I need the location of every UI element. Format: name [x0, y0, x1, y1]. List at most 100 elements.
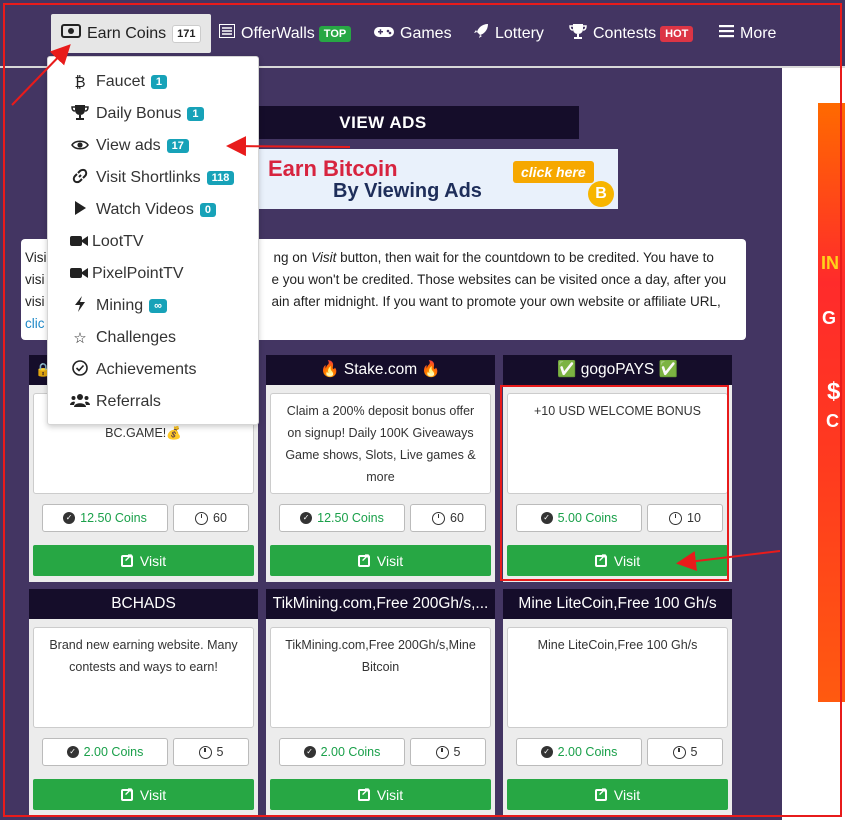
ad-card-bchads: BCHADS Brand new earning website. Many c… — [29, 589, 258, 816]
clock-icon — [198, 745, 212, 759]
check-circle-icon: ✓ — [63, 512, 76, 524]
check-circle-icon: ✓ — [66, 746, 79, 758]
bolt-icon — [70, 296, 90, 316]
external-link-icon — [120, 551, 133, 567]
money-bill-icon — [61, 24, 81, 43]
eye-icon — [70, 138, 90, 155]
external-link-icon — [594, 551, 607, 567]
top-badge: TOP — [318, 25, 352, 42]
bitcoin-coin-icon: B — [588, 181, 614, 207]
dropdown-item-pixelpointtv[interactable]: PixelPointTV — [70, 262, 184, 286]
timer-pill: 5 — [647, 738, 723, 766]
dropdown-item-referrals[interactable]: Referrals — [70, 390, 161, 414]
banner-subheadline: By Viewing Ads — [333, 180, 482, 202]
nav-games[interactable]: Games — [364, 14, 462, 53]
video-camera-icon — [70, 234, 88, 251]
visit-button[interactable]: Visit — [33, 779, 254, 810]
earn-coins-dropdown: ₿ Faucet 1 Daily Bonus 1 View ads 17 Visit … — [47, 56, 259, 425]
ad-card-gogopays: ✅ gogoPAYS ✅ +10 USD WELCOME BONUS ✓ 5.00… — [503, 355, 732, 582]
visit-button[interactable]: Visit — [270, 779, 491, 810]
hot-badge: HOT — [660, 25, 694, 42]
visit-button[interactable]: Visit — [507, 545, 728, 576]
play-icon — [70, 200, 90, 220]
ad-card-title: TikMining.com,Free 200Gh/s,... — [266, 589, 495, 619]
nav-offerwalls-label: OfferWalls — [241, 24, 315, 42]
dropdown-item-view-ads[interactable]: View ads 17 — [70, 134, 189, 158]
timer-pill: 5 — [173, 738, 249, 766]
dropdown-item-faucet[interactable]: ₿ Faucet 1 — [70, 70, 168, 94]
clock-icon — [435, 745, 449, 759]
ad-card-stake: 🔥 Stake.com 🔥 Claim a 200% deposit bonus… — [266, 355, 495, 582]
external-link-icon — [357, 785, 370, 801]
nav-earn-coins-label: Earn Coins — [87, 24, 167, 42]
visit-button[interactable]: Visit — [507, 779, 728, 810]
check-circle-icon — [70, 360, 90, 380]
list-icon — [218, 23, 236, 43]
dropdown-item-achievements[interactable]: Achievements — [70, 358, 197, 382]
clock-icon — [195, 511, 209, 525]
hamburger-menu-icon — [719, 24, 734, 43]
external-link-icon — [594, 785, 607, 801]
gamepad-icon — [374, 25, 394, 43]
check-circle-icon: ✓ — [300, 512, 313, 524]
clock-icon — [669, 511, 683, 525]
trophy-icon — [70, 104, 90, 124]
dropdown-item-watch-videos[interactable]: Watch Videos 0 — [70, 198, 216, 222]
dropdown-item-loottv[interactable]: LootTV — [70, 230, 144, 254]
reward-coins-pill: ✓ 2.00 Coins — [42, 738, 168, 766]
earn-bitcoin-banner[interactable]: Earn Bitcoin By Viewing Ads click here B — [258, 149, 618, 209]
check-circle-icon: ✓ — [303, 746, 316, 758]
ad-card-title: Mine LiteCoin,Free 100 Gh/s — [503, 589, 732, 619]
link-icon — [70, 168, 90, 188]
timer-pill: 60 — [173, 504, 249, 532]
reward-coins-pill: ✓ 2.00 Coins — [279, 738, 405, 766]
dropdown-item-visit-shortlinks[interactable]: Visit Shortlinks 118 — [70, 166, 235, 190]
earn-coins-count-badge: 171 — [172, 24, 201, 43]
dropdown-item-daily-bonus[interactable]: Daily Bonus 1 — [70, 102, 204, 126]
dropdown-item-mining[interactable]: Mining ∞ — [70, 294, 167, 318]
ad-card-description: Claim a 200% deposit bonus offer on sign… — [270, 393, 491, 494]
external-link-icon — [357, 551, 370, 567]
rocket-icon — [473, 23, 489, 44]
reward-coins-pill: ✓ 5.00 Coins — [516, 504, 642, 532]
users-icon — [70, 393, 90, 411]
nav-lottery-label: Lottery — [495, 24, 544, 42]
nav-games-label: Games — [400, 24, 452, 42]
nav-earn-coins[interactable]: Earn Coins 171 — [51, 14, 211, 53]
clock-icon — [432, 511, 446, 525]
ad-card-tikmining: TikMining.com,Free 200Gh/s,... TikMining… — [266, 589, 495, 816]
ad-card-description: Brand new earning website. Many contests… — [33, 627, 254, 728]
reward-coins-pill: ✓ 12.50 Coins — [279, 504, 405, 532]
video-camera-icon — [70, 266, 88, 283]
trophy-icon — [569, 23, 587, 44]
banner-headline: Earn Bitcoin — [268, 156, 398, 181]
nav-contests[interactable]: Contests HOT — [559, 14, 703, 53]
nav-lottery[interactable]: Lottery — [463, 14, 554, 53]
visit-button[interactable]: Visit — [270, 545, 491, 576]
external-link-icon — [120, 785, 133, 801]
side-banner-ad[interactable]: IN G $ C — [818, 103, 845, 702]
nav-contests-label: Contests — [593, 24, 657, 42]
star-icon: ☆ — [73, 330, 87, 347]
reward-coins-pill: ✓ 2.00 Coins — [516, 738, 642, 766]
check-circle-icon: ✓ — [540, 512, 553, 524]
dropdown-item-challenges[interactable]: ☆ Challenges — [70, 326, 176, 350]
bitcoin-icon: ₿ — [74, 73, 86, 91]
timer-pill: 60 — [410, 504, 486, 532]
timer-pill: 5 — [410, 738, 486, 766]
reward-coins-pill: ✓ 12.50 Coins — [42, 504, 168, 532]
check-circle-icon: ✓ — [540, 746, 553, 758]
ad-card-description: TikMining.com,Free 200Gh/s,Mine Bitcoin — [270, 627, 491, 728]
ad-card-description: Mine LiteCoin,Free 100 Gh/s — [507, 627, 728, 728]
visit-button[interactable]: Visit — [33, 545, 254, 576]
timer-pill: 10 — [647, 504, 723, 532]
ad-card-mine-litecoin: Mine LiteCoin,Free 100 Gh/s Mine LiteCoi… — [503, 589, 732, 816]
nav-more[interactable]: More — [709, 14, 786, 53]
banner-click-here-button[interactable]: click here — [513, 161, 594, 183]
clock-icon — [672, 745, 686, 759]
ad-card-description: +10 USD WELCOME BONUS — [507, 393, 728, 494]
ad-card-title: 🔥 Stake.com 🔥 — [266, 355, 495, 385]
nav-more-label: More — [740, 24, 777, 42]
ad-card-title: ✅ gogoPAYS ✅ — [503, 355, 732, 385]
nav-offerwalls[interactable]: OfferWalls TOP — [209, 14, 361, 53]
